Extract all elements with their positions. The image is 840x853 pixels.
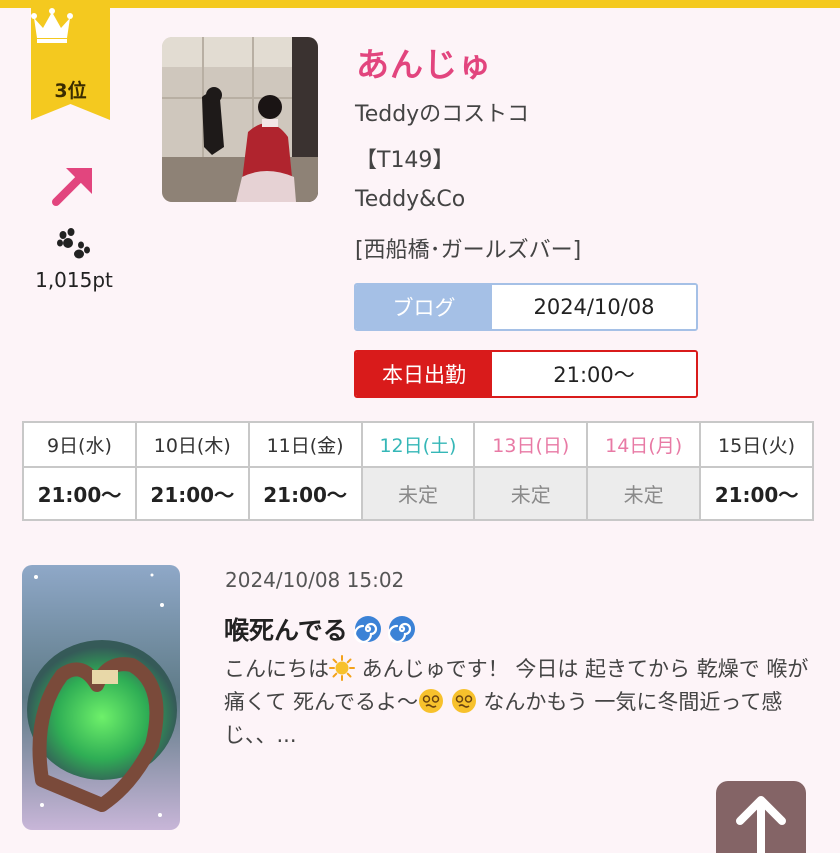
shop-name[interactable]: Teddy&Co bbox=[355, 187, 465, 212]
cast-height: 【T149】 bbox=[355, 148, 455, 173]
schedule-time: 未定 bbox=[473, 466, 589, 521]
schedule-day: 12日(土) bbox=[360, 421, 476, 468]
cyclone-icon bbox=[353, 616, 381, 643]
post-datetime: 2024/10/08 15:02 bbox=[225, 568, 405, 592]
dizzy-face-icon bbox=[451, 689, 476, 713]
cyclone-icon bbox=[387, 616, 415, 643]
blog-row[interactable]: ブログ 2024/10/08 bbox=[354, 283, 698, 331]
scroll-to-top-button[interactable] bbox=[716, 781, 806, 853]
dizzy-face-icon bbox=[419, 689, 443, 713]
schedule-day: 15日(火) bbox=[699, 421, 814, 468]
schedule-day: 13日(日) bbox=[473, 421, 589, 468]
schedule-time: 21:00〜 bbox=[247, 466, 363, 521]
top-border bbox=[0, 0, 840, 8]
schedule-time: 21:00〜 bbox=[134, 466, 250, 521]
schedule-day: 10日(木) bbox=[134, 421, 250, 468]
rank-badge: 3位 bbox=[31, 8, 110, 120]
blog-label: ブログ bbox=[356, 285, 492, 329]
today-work-time: 21:00〜 bbox=[492, 352, 696, 396]
cast-event: Teddyのコストコ bbox=[355, 102, 530, 127]
schedule-time: 21:00〜 bbox=[22, 466, 137, 521]
shop-area: [西船橋･ガールズバー] bbox=[355, 238, 582, 263]
weekly-schedule: 9日(水) 10日(木) 11日(金) 12日(土) 13日(日) 14日(月)… bbox=[22, 421, 814, 521]
rank-label: 3位 bbox=[54, 80, 87, 102]
crown-icon bbox=[31, 8, 73, 43]
cast-name[interactable]: あんじゅ bbox=[356, 38, 492, 86]
post-title[interactable]: 喉死んでる bbox=[224, 611, 416, 647]
today-work-label: 本日出勤 bbox=[356, 352, 492, 396]
schedule-time: 未定 bbox=[586, 466, 702, 521]
today-work-row: 本日出勤 21:00〜 bbox=[354, 350, 698, 398]
schedule-day: 14日(月) bbox=[586, 421, 702, 468]
post-thumbnail[interactable] bbox=[22, 565, 180, 830]
arrow-up-icon bbox=[736, 796, 786, 853]
schedule-time: 21:00〜 bbox=[699, 466, 814, 521]
schedule-day: 9日(水) bbox=[22, 421, 137, 468]
paw-icon bbox=[57, 228, 90, 259]
points: 1,015pt bbox=[35, 268, 113, 292]
profile-photo[interactable] bbox=[162, 37, 318, 202]
schedule-time: 未定 bbox=[360, 466, 476, 521]
blog-date: 2024/10/08 bbox=[492, 285, 696, 329]
post-body-part: こんにちは bbox=[224, 657, 329, 681]
arrow-up-right-icon bbox=[52, 168, 92, 206]
sun-icon bbox=[329, 655, 355, 681]
post-title-text: 喉死んでる bbox=[224, 616, 348, 645]
schedule-day: 11日(金) bbox=[247, 421, 363, 468]
post-excerpt: こんにちは あんじゅです！ 今日は 起きてから 乾燥で 喉が痛くて 死んでるよ〜… bbox=[224, 653, 814, 752]
